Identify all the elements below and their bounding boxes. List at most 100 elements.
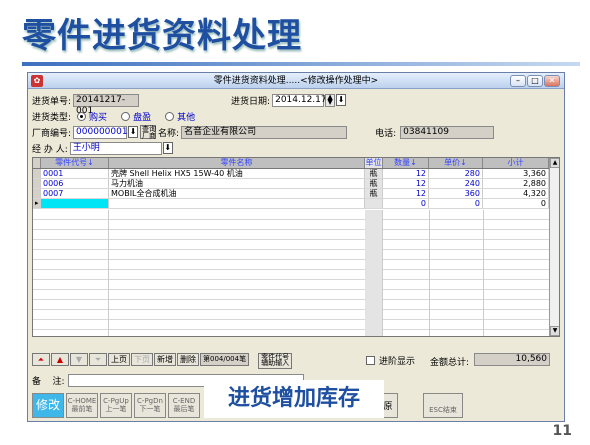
next-row-button[interactable]: ▼ <box>70 353 88 366</box>
part-code-assist-button[interactable]: 零件代号 辅助输入 <box>258 353 293 369</box>
cell-qty[interactable]: 0 <box>383 199 429 208</box>
page-down-button[interactable]: 下页 <box>131 353 153 366</box>
header-quantity[interactable]: 数量↓ <box>383 158 429 168</box>
order-number-field[interactable]: 20141217-001 <box>73 93 140 116</box>
vendor-query-button[interactable]: 查询 厂商 <box>140 125 157 140</box>
radio-inventory-gain-label: 盘盈 <box>133 112 152 123</box>
cell-name[interactable] <box>109 199 365 208</box>
cell-price[interactable]: 360 <box>429 189 483 198</box>
vendor-row: 厂商编号: 0000000010 ⬇ 查询 厂商 名称: 名音企业有限公司 电话… <box>32 125 495 140</box>
last-row-button[interactable]: ⏷ <box>89 353 107 366</box>
cell-subtotal: 0 <box>483 199 549 208</box>
radio-other-label: 其他 <box>177 112 196 123</box>
cell-unit: 瓶 <box>365 169 383 178</box>
cell-price[interactable]: 280 <box>429 169 483 178</box>
header-unit[interactable]: 单位 <box>365 158 383 168</box>
header-part-code[interactable]: 零件代号↓ <box>41 158 109 168</box>
modify-button[interactable]: 修改 <box>32 393 64 418</box>
cell-name[interactable]: 壳牌 Shell Helix HX5 15W-40 机油 <box>109 169 365 178</box>
minimize-icon[interactable]: – <box>510 75 526 87</box>
vendor-name-field[interactable]: 名音企业有限公司 <box>181 125 348 139</box>
table-row[interactable]: 0006 马力机油 瓶 12 240 2,880 <box>33 179 559 189</box>
cell-name[interactable]: MOBIL全合成机油 <box>109 189 365 198</box>
prev-record-button[interactable]: C-PgUp 上一笔 <box>100 393 132 418</box>
table-row[interactable]: 0007 MOBIL全合成机油 瓶 12 360 4,320 <box>33 189 559 199</box>
next-record-button[interactable]: C-PgDn 下一笔 <box>134 393 166 418</box>
cell-qty[interactable]: 12 <box>383 169 429 178</box>
cell-qty[interactable]: 12 <box>383 179 429 188</box>
phone-field[interactable]: 03841109 <box>400 125 495 139</box>
scroll-up-icon[interactable]: ▲ <box>550 158 559 168</box>
cell-code[interactable] <box>41 199 109 208</box>
cell-code[interactable]: 0007 <box>41 189 109 198</box>
radio-purchase-label: 购买 <box>89 112 108 123</box>
date-dropdown-icon[interactable]: ⬇ <box>336 94 347 106</box>
cell-code[interactable]: 0001 <box>41 169 109 178</box>
cell-subtotal: 2,880 <box>483 179 549 188</box>
grid-empty-rows <box>33 210 549 336</box>
window-titlebar: ✿ 零件进货资料处理.....<修改操作处理中> – □ ✕ <box>28 73 564 89</box>
record-indicator: 第004/004笔 <box>200 353 250 366</box>
cell-unit: 瓶 <box>365 189 383 198</box>
maximize-icon[interactable]: □ <box>527 75 543 87</box>
first-row-button[interactable]: ⏶ <box>32 353 50 366</box>
remark-label: 备 注: <box>32 376 65 387</box>
date-spinner[interactable]: ▲ ▼ <box>325 93 336 107</box>
slide-title: 零件进货资料处理 <box>22 16 302 56</box>
header-part-name[interactable]: 零件名称 <box>109 158 365 168</box>
cell-unit: 瓶 <box>365 179 383 188</box>
cell-qty[interactable]: 12 <box>383 189 429 198</box>
vendor-dropdown-icon[interactable]: ⬇ <box>128 126 139 138</box>
window-title: 零件进货资料处理.....<修改操作处理中> <box>213 76 379 86</box>
name-label: 名称: <box>158 128 180 139</box>
grid-navbar: ⏶ ▲ ▼ ⏷ 上页 下页 新增 删除 第004/004笔 零件代号 辅助输入 <box>32 353 293 369</box>
last-record-button[interactable]: C-END 最后笔 <box>168 393 200 418</box>
add-row-button[interactable]: 新增 <box>154 353 176 366</box>
date-field[interactable]: 2014.12.17 <box>272 93 327 107</box>
order-label: 进货单号: <box>32 96 72 107</box>
prev-row-button[interactable]: ▲ <box>51 353 69 366</box>
cell-subtotal: 4,320 <box>483 189 549 198</box>
handler-label: 经 办 人: <box>32 144 68 155</box>
exit-button[interactable]: ESC结束 <box>423 393 463 418</box>
advanced-label: 进阶显示 <box>379 357 416 367</box>
grid-header: 零件代号↓ 零件名称 单位 数量↓ 单价↓ 小计 <box>33 158 559 169</box>
overlay-caption: 进货增加库存 <box>204 380 384 418</box>
order-row: 进货单号: 20141217-001 进货日期: 2014.12.17 ▲ ▼ ⬇ <box>32 93 347 116</box>
delete-row-button[interactable]: 删除 <box>177 353 199 366</box>
cell-code[interactable]: 0006 <box>41 179 109 188</box>
advanced-toggle[interactable]: 进阶显示 <box>366 354 415 367</box>
first-record-button[interactable]: C-HOME 最前笔 <box>66 393 98 418</box>
radio-inventory-gain[interactable] <box>121 111 131 121</box>
cell-price[interactable]: 0 <box>429 199 483 208</box>
grid-scrollbar[interactable]: ▲ ▼ <box>549 158 559 336</box>
page-up-button[interactable]: 上页 <box>108 353 130 366</box>
page-number: 11 <box>552 423 572 439</box>
radio-purchase[interactable] <box>77 111 87 121</box>
phone-label: 电话: <box>375 128 397 139</box>
handler-dropdown-icon[interactable]: ⬇ <box>162 142 173 154</box>
header-price[interactable]: 单价↓ <box>429 158 483 168</box>
handler-row: 经 办 人: 王小明 ⬇ <box>32 141 173 155</box>
advanced-checkbox[interactable] <box>366 356 375 365</box>
header-subtotal[interactable]: 小计 <box>483 158 549 168</box>
date-label: 进货日期: <box>231 96 271 107</box>
cell-subtotal: 3,360 <box>483 169 549 178</box>
cell-unit <box>365 199 383 208</box>
table-row[interactable]: 0001 壳牌 Shell Helix HX5 15W-40 机油 瓶 12 2… <box>33 169 559 179</box>
scroll-down-icon[interactable]: ▼ <box>550 326 559 336</box>
close-icon[interactable]: ✕ <box>544 75 560 87</box>
handler-field[interactable]: 王小明 <box>69 141 162 155</box>
cell-price[interactable]: 240 <box>429 179 483 188</box>
header-selector <box>33 158 41 168</box>
type-row: 进货类型: 购买 盘盈 其他 <box>32 109 195 123</box>
total-amount-field: 10,560 <box>474 353 550 366</box>
vendor-code-field[interactable]: 0000000010 <box>73 125 133 139</box>
row-pointer-icon: ▸ <box>33 199 41 208</box>
radio-other[interactable] <box>165 111 175 121</box>
table-row-current[interactable]: ▸ 0 0 0 <box>33 199 559 209</box>
cell-name[interactable]: 马力机油 <box>109 179 365 188</box>
vendor-label: 厂商编号: <box>32 128 72 139</box>
parts-grid: 零件代号↓ 零件名称 单位 数量↓ 单价↓ 小计 0001 壳牌 Shell H… <box>32 157 560 337</box>
type-label: 进货类型: <box>32 112 72 123</box>
